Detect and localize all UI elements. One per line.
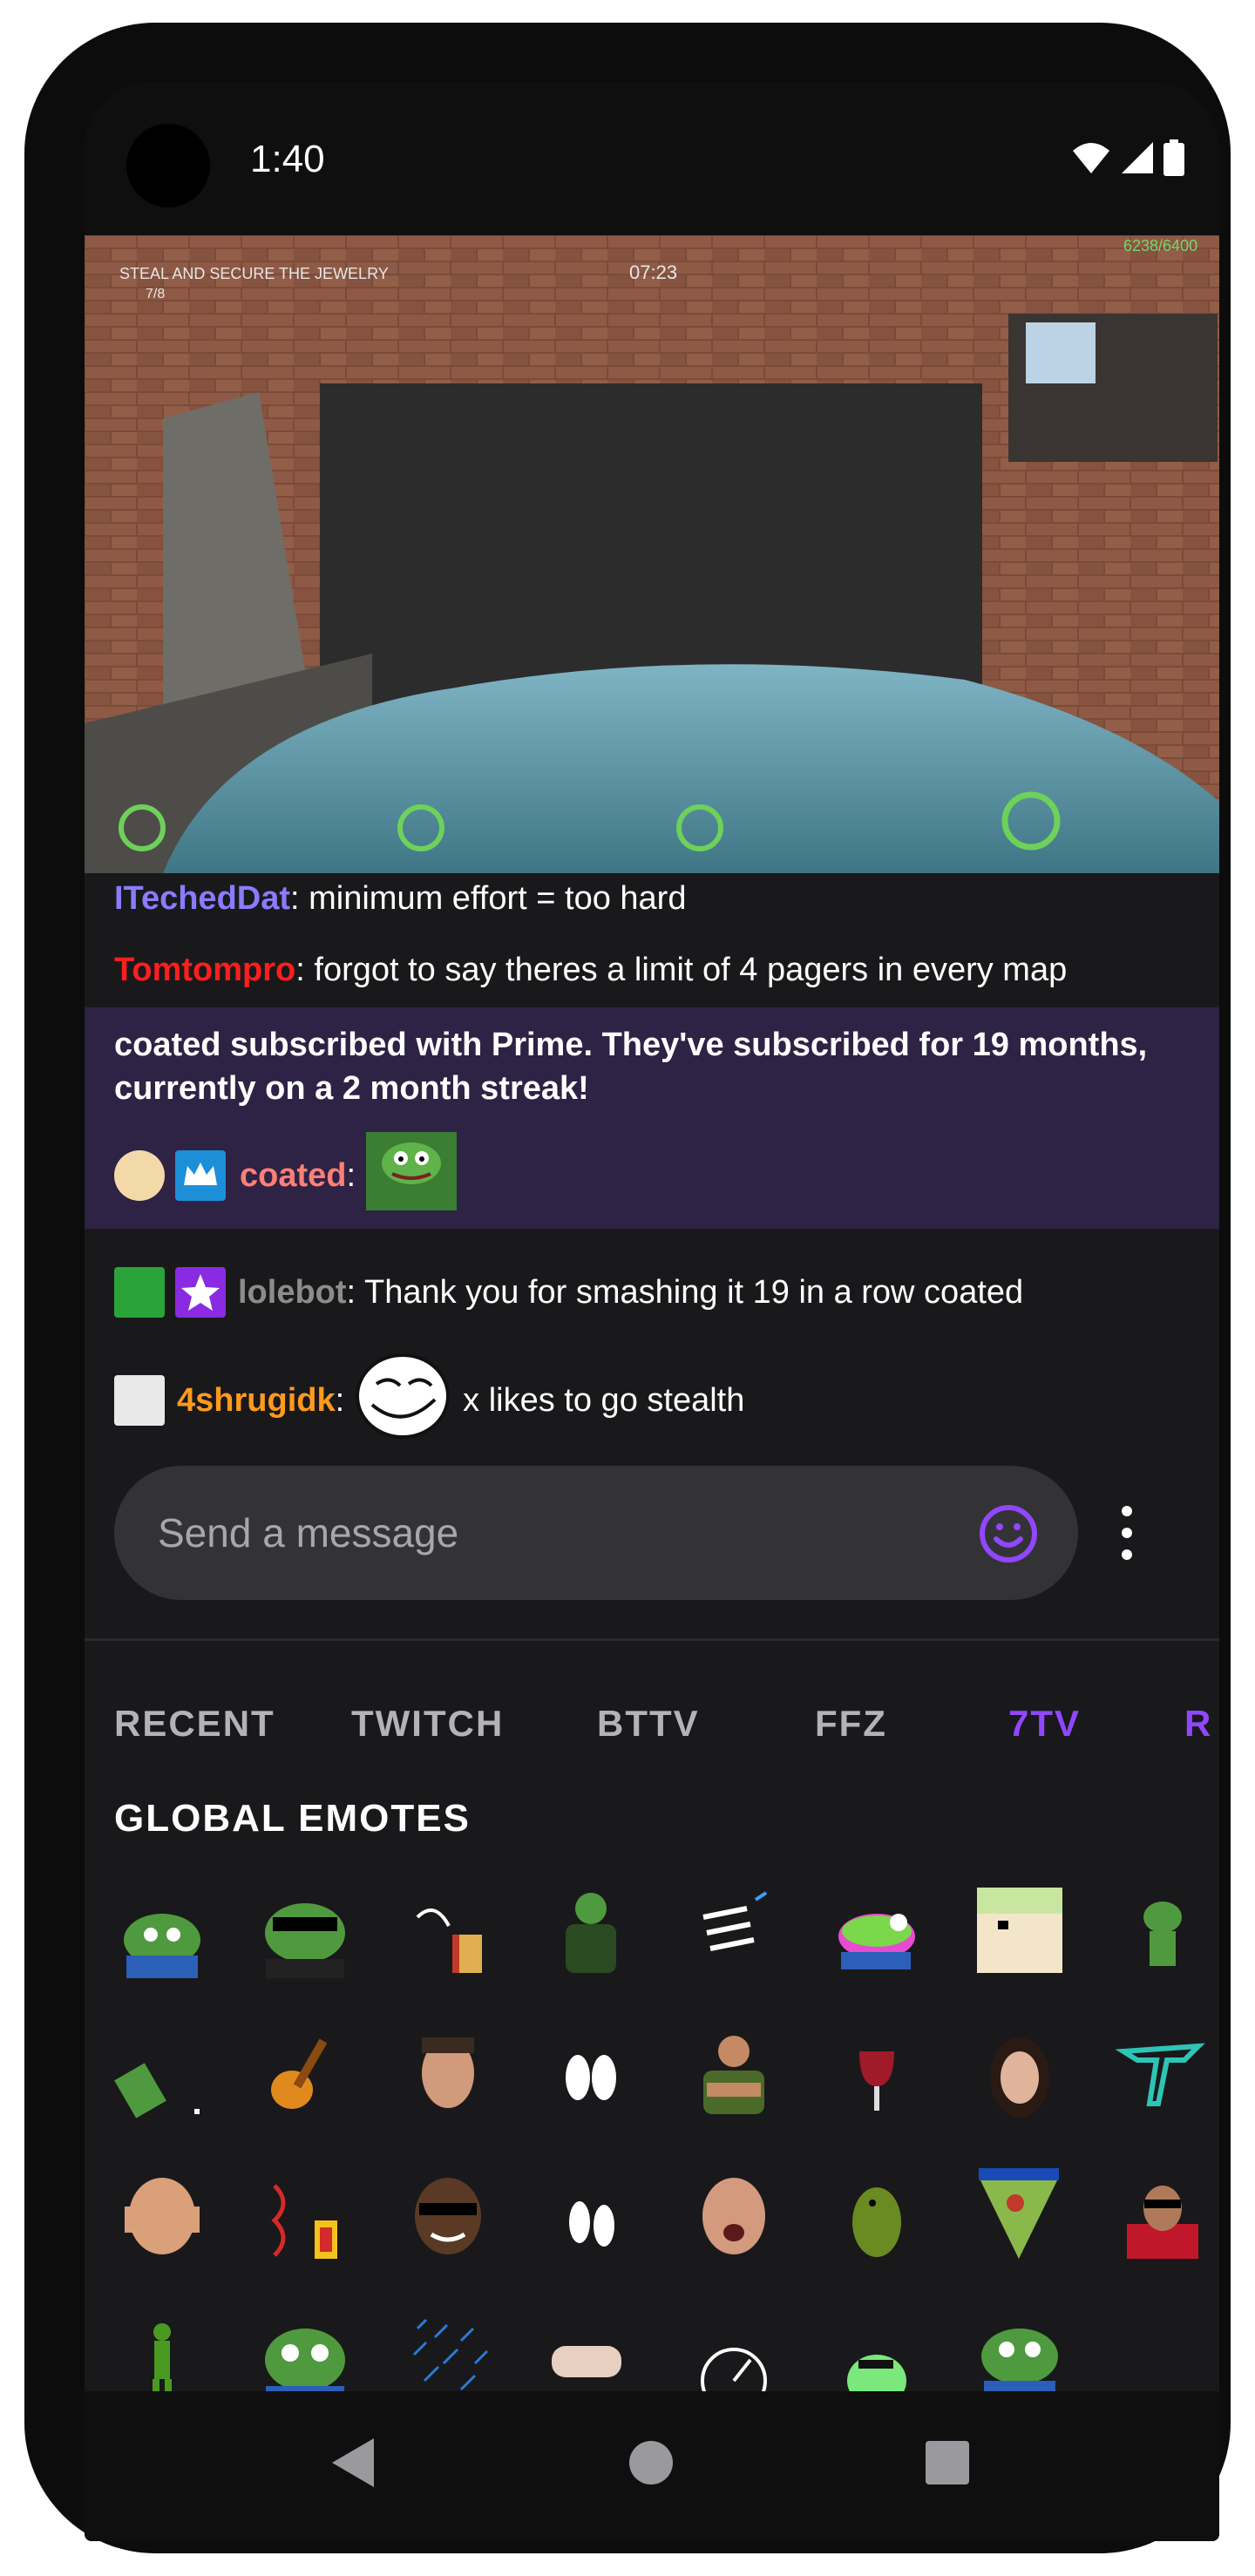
tab-recent[interactable]: RECENT <box>114 1703 275 1745</box>
emote-tabs: RECENT TWITCH BTTV FFZ 7TV R <box>85 1677 1219 1773</box>
subscription-notice: coated subscribed with Prime. They've su… <box>85 1007 1219 1229</box>
arms-crossed-man-emote-icon[interactable] <box>686 2025 782 2121</box>
emoji-picker-icon[interactable] <box>979 1504 1038 1563</box>
chat-username[interactable]: ITechedDat <box>114 880 290 917</box>
chat-text: : forgot to say theres a limit of 4 page… <box>295 952 1068 988</box>
more-options-icon[interactable] <box>1109 1494 1144 1572</box>
chat-separator: : <box>335 1381 345 1419</box>
back-icon[interactable] <box>330 2437 376 2489</box>
app-screen: 1:40 STEAL AND SECURE THE JEWELRY 7/8 07… <box>85 82 1219 2541</box>
chat-username[interactable]: lolebot <box>238 1274 347 1312</box>
wifi-icon <box>1073 143 1109 173</box>
woman-face-emote-icon[interactable] <box>972 2025 1068 2121</box>
chat-text: : minimum effort = too hard <box>290 880 687 917</box>
praying-hands-emote-icon[interactable] <box>543 2168 639 2264</box>
triangle-pepe-emote-icon[interactable] <box>972 2168 1068 2264</box>
chat-separator: : <box>346 1156 356 1194</box>
sunglasses-pepe-emote-icon[interactable] <box>257 1882 353 1978</box>
gigachad-shirt-emote-icon[interactable] <box>543 1882 639 1978</box>
sunglasses-man-emote-icon[interactable] <box>400 2168 496 2264</box>
tab-twitch[interactable]: TWITCH <box>351 1703 504 1745</box>
shouting-man-emote-icon[interactable] <box>686 2168 782 2264</box>
chat-text: x likes to go stealth <box>463 1381 745 1419</box>
wine-glass-emote-icon[interactable] <box>829 2025 925 2121</box>
hud-objective-count: 7/8 <box>146 287 165 302</box>
chat-message: lolebot: Thank you for smashing it 19 in… <box>114 1267 1202 1318</box>
sad-pepe-emote-icon[interactable] <box>114 1882 210 1978</box>
dr-disrespect-emote-icon[interactable] <box>1115 2168 1211 2264</box>
tab-partial[interactable]: R <box>1184 1703 1212 1745</box>
front-camera <box>126 124 210 207</box>
chat-text: : Thank you for smashing it 19 in a row … <box>346 1273 1024 1311</box>
pixel-face-emote-icon[interactable] <box>972 1882 1068 1978</box>
rainbow-pepe-emote-icon[interactable] <box>829 1882 925 1978</box>
navigation-bar <box>85 2391 1219 2541</box>
emote-grid <box>85 1882 1219 2457</box>
tab-bttv[interactable]: BTTV <box>597 1703 700 1745</box>
status-bar: 1:40 <box>85 82 1219 235</box>
message-input-placeholder: Send a message <box>158 1510 459 1556</box>
troll-face-emote-icon[interactable] <box>355 1352 451 1448</box>
clapping-hands-emote-icon[interactable] <box>543 2025 639 2121</box>
guitar-emote-icon[interactable] <box>257 2025 353 2121</box>
pixel-pickle-emote-icon[interactable] <box>114 2025 210 2121</box>
scribble-emote-icon[interactable] <box>686 1882 782 1978</box>
tab-ffz[interactable]: FFZ <box>815 1703 887 1745</box>
star-badge-icon <box>175 1267 226 1318</box>
chat-username[interactable]: coated <box>240 1157 346 1195</box>
recents-icon[interactable] <box>925 2440 970 2485</box>
chat-message: 4shrugidk: x likes to go stealth <box>114 1352 1202 1448</box>
frog-badge-icon <box>114 1267 165 1318</box>
battery-icon <box>1163 139 1184 176</box>
key-badge-icon <box>114 1375 165 1426</box>
popcorn-emote-icon[interactable] <box>400 1882 496 1978</box>
divider <box>85 1638 1219 1641</box>
section-title: GLOBAL EMOTES <box>114 1797 471 1840</box>
status-time: 1:40 <box>250 138 325 180</box>
anime-badge-icon <box>114 1150 165 1201</box>
hud-objective: STEAL AND SECURE THE JEWELRY <box>119 265 389 282</box>
home-icon[interactable] <box>628 2440 674 2485</box>
hud-timer: 07:23 <box>629 261 677 283</box>
parrot-emote-icon[interactable] <box>829 2168 925 2264</box>
chat-message: ITechedDat: minimum effort = too hard <box>114 880 1202 918</box>
tab-7tv[interactable]: 7TV <box>1008 1703 1081 1745</box>
stream-video[interactable]: STEAL AND SECURE THE JEWELRY 7/8 07:23 6… <box>85 235 1219 873</box>
chat-username[interactable]: 4shrugidk <box>177 1382 336 1420</box>
pepe-thumbsup-emote-icon[interactable] <box>366 1132 458 1219</box>
laughing-man-emote-icon[interactable] <box>114 2168 210 2264</box>
subscription-text: coated subscribed with Prime. They've su… <box>114 1027 1148 1107</box>
message-input[interactable]: Send a message <box>114 1466 1078 1600</box>
nicolas-cage-emote-icon[interactable] <box>400 2025 496 2121</box>
chat-message: Tomtompro: forgot to say theres a limit … <box>114 952 1202 989</box>
dna-gift-emote-icon[interactable] <box>257 2168 353 2264</box>
video-frame: STEAL AND SECURE THE JEWELRY 7/8 07:23 6… <box>85 235 1219 873</box>
phone-frame: 1:40 STEAL AND SECURE THE JEWELRY 7/8 07… <box>24 23 1231 2553</box>
hud-score: 6238/6400 <box>1123 237 1197 254</box>
subscription-message: coated: <box>114 1132 458 1215</box>
small-pepe-emote-icon[interactable] <box>1115 1882 1211 1978</box>
crown-badge-icon <box>175 1150 226 1201</box>
tv-logo-emote-icon[interactable] <box>1115 2025 1211 2121</box>
chat-username[interactable]: Tomtompro <box>114 952 295 988</box>
signal-icon <box>1122 142 1153 173</box>
status-icons <box>1071 139 1184 176</box>
